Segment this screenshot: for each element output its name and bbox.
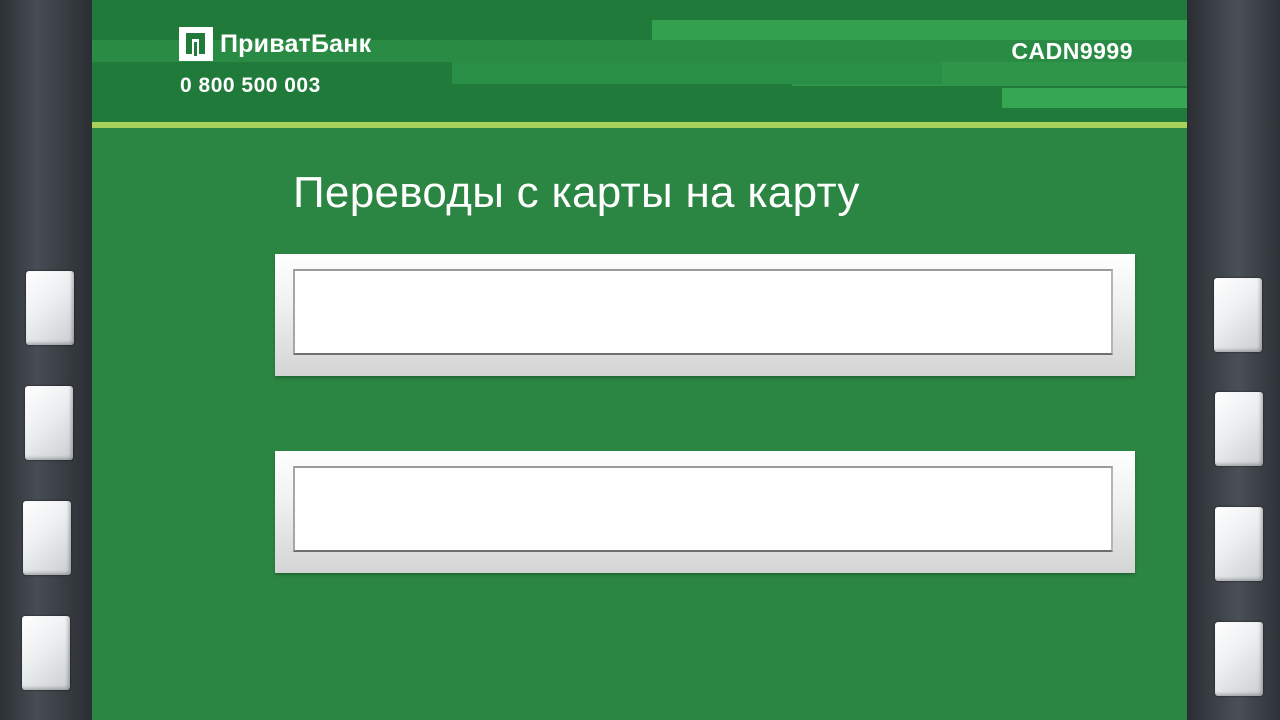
- menu-option-1[interactable]: [275, 254, 1135, 376]
- header-stripe: [452, 62, 942, 84]
- header-divider: [92, 122, 1187, 128]
- left-function-key-3[interactable]: [23, 501, 71, 575]
- header-bar: ПриватБанк 0 800 500 003 CADN9999: [92, 0, 1187, 122]
- header-stripe: [652, 20, 1187, 40]
- right-function-key-4[interactable]: [1215, 622, 1263, 696]
- right-function-key-3[interactable]: [1215, 507, 1263, 581]
- right-function-key-2[interactable]: [1215, 392, 1263, 466]
- menu-option-2[interactable]: [275, 451, 1135, 573]
- left-function-key-2[interactable]: [25, 386, 73, 460]
- bank-name: ПриватБанк: [220, 29, 372, 58]
- terminal-id: CADN9999: [1011, 38, 1133, 64]
- menu-option-2-label: [293, 466, 1113, 552]
- privatbank-logo-icon: [178, 26, 214, 62]
- left-function-key-4[interactable]: [22, 616, 70, 690]
- header-stripe: [1002, 88, 1187, 108]
- left-bezel: [0, 0, 92, 720]
- left-function-key-1[interactable]: [26, 271, 74, 345]
- hotline-phone: 0 800 500 003: [180, 74, 321, 97]
- bank-logo: ПриватБанк: [178, 26, 371, 62]
- right-function-key-1[interactable]: [1214, 278, 1262, 352]
- atm-frame: ПриватБанк 0 800 500 003 CADN9999 Перево…: [0, 0, 1280, 720]
- atm-screen: ПриватБанк 0 800 500 003 CADN9999 Перево…: [92, 0, 1187, 720]
- page-title: Переводы с карты на карту: [293, 168, 860, 217]
- menu-option-1-label: [293, 269, 1113, 355]
- right-bezel: [1187, 0, 1280, 720]
